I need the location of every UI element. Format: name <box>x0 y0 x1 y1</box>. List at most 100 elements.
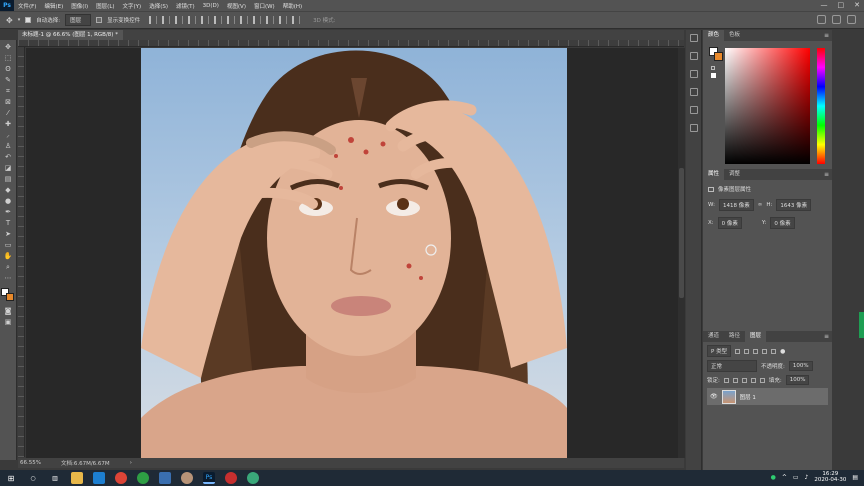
healing-brush-icon[interactable]: ✚ <box>4 121 13 128</box>
color-background-swatch[interactable] <box>714 52 723 61</box>
tray-chevron-icon[interactable]: ^ <box>782 474 787 481</box>
move-tool-icon[interactable]: ✥ <box>4 44 13 51</box>
align-top-icon[interactable] <box>149 16 158 24</box>
lock-image-icon[interactable] <box>732 377 738 383</box>
menu-image[interactable]: 图像(I) <box>67 2 92 10</box>
file-explorer-icon[interactable] <box>71 472 83 484</box>
swap-colors-icon[interactable] <box>711 66 715 70</box>
zoom-level[interactable]: 66.55% <box>20 460 41 466</box>
align-middle-icon[interactable] <box>162 16 171 24</box>
tab-properties[interactable]: 属性 <box>703 169 725 180</box>
more-tools-icon[interactable]: ⋯ <box>4 275 13 282</box>
color-field[interactable] <box>725 48 810 164</box>
actions-panel-icon[interactable] <box>689 52 698 60</box>
y-field[interactable]: 0 像素 <box>770 217 795 229</box>
menu-type[interactable]: 文字(Y) <box>119 2 146 10</box>
gradient-tool-icon[interactable]: ▤ <box>4 176 13 183</box>
filter-adjustment-icon[interactable] <box>744 348 750 354</box>
hue-slider[interactable] <box>817 48 825 164</box>
tab-swatches[interactable]: 色板 <box>724 30 745 41</box>
auto-select-checkbox[interactable] <box>25 17 32 23</box>
tab-paths[interactable]: 路径 <box>724 331 745 342</box>
marquee-tool-icon[interactable]: ⬚ <box>4 55 13 62</box>
panel-menu-icon[interactable]: ≡ <box>824 171 829 178</box>
link-icon[interactable]: ∞ <box>758 202 763 208</box>
distribute-top-icon[interactable] <box>227 16 236 24</box>
document-info[interactable]: 文档:6.67M/6.67M <box>61 459 110 467</box>
background-color[interactable] <box>6 293 14 301</box>
filter-type-icon[interactable] <box>753 348 759 354</box>
history-brush-icon[interactable]: ↶ <box>4 154 13 161</box>
distribute-center-icon[interactable] <box>279 16 288 24</box>
lock-position-icon[interactable] <box>741 377 747 383</box>
status-arrow-icon[interactable]: › <box>130 460 132 466</box>
netease-music-icon[interactable] <box>225 472 237 484</box>
app-icon[interactable] <box>159 472 171 484</box>
screen-mode-icon[interactable]: ▣ <box>4 319 13 326</box>
chrome-browser-icon[interactable] <box>115 472 127 484</box>
tab-channels[interactable]: 通道 <box>703 331 724 342</box>
app-green-icon[interactable] <box>247 472 259 484</box>
layer-row[interactable]: 👁 图层 1 <box>707 388 828 405</box>
brush-panel-icon[interactable] <box>689 88 698 96</box>
zoom-tool-icon[interactable]: ⌕ <box>4 264 13 271</box>
paragraph-panel-icon[interactable] <box>689 124 698 132</box>
close-button[interactable]: ✕ <box>854 1 860 9</box>
tab-color[interactable]: 颜色 <box>703 30 725 41</box>
brush-tool-icon[interactable]: ⸝ <box>4 132 13 139</box>
maximize-button[interactable]: □ <box>838 1 845 9</box>
filter-shape-icon[interactable] <box>762 348 768 354</box>
chrome-alt-icon[interactable] <box>137 472 149 484</box>
character-panel-icon[interactable] <box>689 106 698 114</box>
dodge-tool-icon[interactable]: ● <box>4 198 13 205</box>
blur-tool-icon[interactable]: ◆ <box>4 187 13 194</box>
tab-adjustments[interactable]: 调整 <box>724 169 745 180</box>
info-panel-icon[interactable] <box>689 70 698 78</box>
pen-tool-icon[interactable]: ✒ <box>4 209 13 216</box>
lock-transparent-icon[interactable] <box>723 377 729 383</box>
quick-mask-icon[interactable]: ◙ <box>4 308 13 315</box>
tab-layers[interactable]: 图层 <box>745 331 767 342</box>
fill-field[interactable]: 100% <box>785 375 810 385</box>
lock-all-icon[interactable] <box>759 377 765 383</box>
user-avatar-icon[interactable] <box>181 472 193 484</box>
menu-filter[interactable]: 滤镜(T) <box>172 2 199 10</box>
distribute-left-icon[interactable] <box>266 16 275 24</box>
lasso-tool-icon[interactable]: ʘ <box>4 66 13 73</box>
distribute-right-icon[interactable] <box>292 16 301 24</box>
filter-toggle-icon[interactable]: ● <box>780 348 785 355</box>
color-swatches[interactable] <box>1 288 15 302</box>
menu-select[interactable]: 选择(S) <box>145 2 172 10</box>
dropdown-chevron-icon[interactable]: ▾ <box>18 17 21 23</box>
height-field[interactable]: 1643 像素 <box>776 199 812 211</box>
lock-artboard-icon[interactable] <box>750 377 756 383</box>
canvas-image[interactable] <box>141 48 567 460</box>
panel-menu-icon[interactable]: ≡ <box>824 32 829 39</box>
eye-icon[interactable]: 👁 <box>710 393 718 400</box>
quick-select-tool-icon[interactable]: ✎ <box>4 77 13 84</box>
clock[interactable]: 16:29 2020-04-30 <box>814 471 846 483</box>
crop-tool-icon[interactable]: ⌗ <box>4 88 13 95</box>
distribute-bottom-icon[interactable] <box>253 16 262 24</box>
document-tab[interactable]: 未标题-1 @ 66.6% (图层 1, RGB/8) * <box>18 30 123 40</box>
shape-tool-icon[interactable]: ▭ <box>4 242 13 249</box>
layer-name[interactable]: 图层 1 <box>740 393 756 401</box>
x-field[interactable]: 0 像素 <box>717 217 742 229</box>
align-right-icon[interactable] <box>214 16 223 24</box>
tray-network-icon[interactable]: ▭ <box>793 474 799 481</box>
type-tool-icon[interactable]: T <box>4 220 13 227</box>
filter-pixel-icon[interactable] <box>735 348 741 354</box>
default-colors-icon[interactable] <box>711 73 716 78</box>
menu-layer[interactable]: 图层(L) <box>92 2 118 10</box>
distribute-middle-icon[interactable] <box>240 16 249 24</box>
frame-tool-icon[interactable]: ⊠ <box>4 99 13 106</box>
clone-stamp-icon[interactable]: ♙ <box>4 143 13 150</box>
workspace-icon[interactable] <box>832 15 841 24</box>
share-icon[interactable] <box>847 15 856 24</box>
path-select-icon[interactable]: ➤ <box>4 231 13 238</box>
tray-app-icon[interactable]: ● <box>771 474 776 481</box>
canvas-area[interactable] <box>26 48 678 460</box>
blend-mode-dropdown[interactable]: 正常 <box>707 360 757 372</box>
side-widget-tab[interactable] <box>859 312 864 338</box>
history-panel-icon[interactable] <box>689 34 698 42</box>
